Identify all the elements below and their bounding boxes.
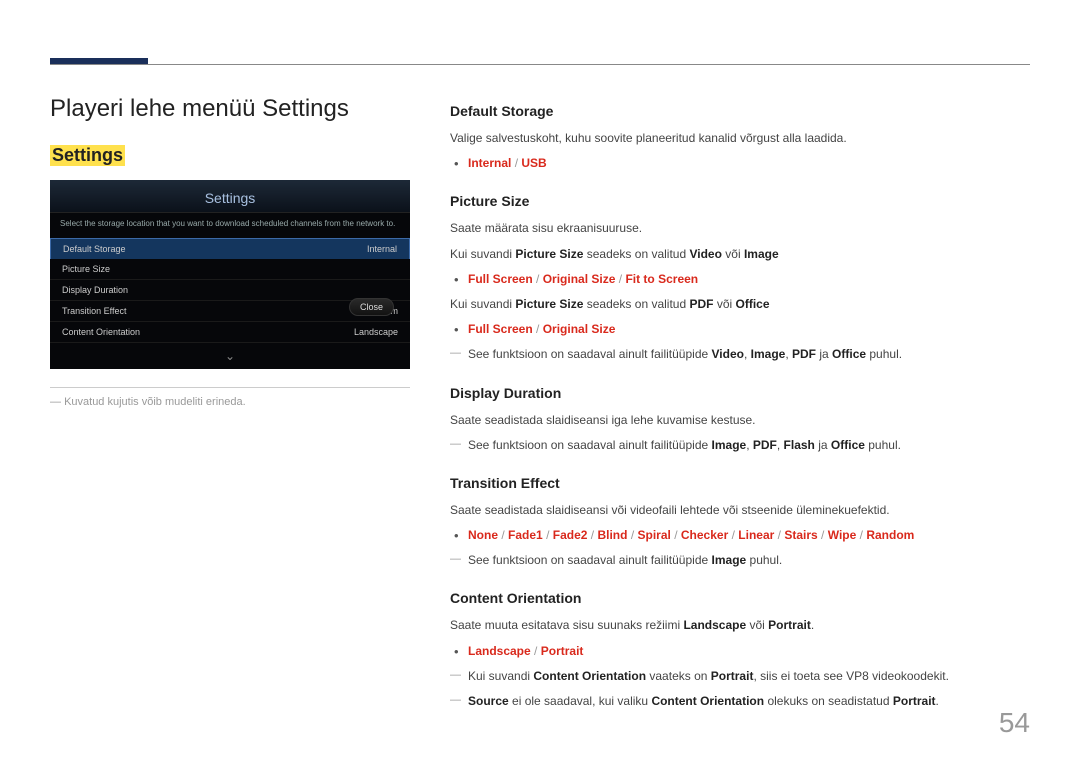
desc-content-orientation: Saate muuta esitatava sisu suunaks režii… (450, 616, 1030, 635)
heading-content-orientation: Content Orientation (450, 590, 1030, 606)
page-number: 54 (999, 707, 1030, 739)
device-row-content-orientation: Content Orientation Landscape (50, 322, 410, 343)
page-content: Playeri lehe menüü Settings Settings Set… (50, 95, 1030, 733)
list-item: Full Screen / Original Size / Fit to Scr… (468, 270, 1030, 289)
list-item: Full Screen / Original Size (468, 320, 1030, 339)
opt-usb: USB (521, 156, 546, 170)
heading-display-duration: Display Duration (450, 385, 1030, 401)
desc-transition-effect: Saate seadistada slaidiseansi või videof… (450, 501, 1030, 520)
device-row-picture-size: Picture Size (50, 259, 410, 280)
device-row-label: Transition Effect (62, 306, 127, 316)
list-item: None / Fade1 / Fade2 / Blind / Spiral / … (468, 526, 1030, 545)
device-row-label: Picture Size (62, 264, 110, 274)
opt-internal: Internal (468, 156, 511, 170)
heading-transition-effect: Transition Effect (450, 475, 1030, 491)
note-content-orientation-2: Source ei ole saadaval, kui valiku Conte… (450, 692, 1030, 711)
desc-default-storage: Valige salvestuskoht, kuhu soovite plane… (450, 129, 1030, 148)
note-content-orientation-1: Kui suvandi Content Orientation vaateks … (450, 667, 1030, 686)
device-row-value: Internal (367, 244, 397, 254)
device-row-default-storage: Default Storage Internal (50, 238, 410, 260)
device-dialog-title: Settings (50, 180, 410, 213)
note-transition-effect: See funktsioon on saadaval ainult failit… (450, 551, 1030, 570)
right-column: Default Storage Valige salvestuskoht, ku… (450, 95, 1030, 733)
header-rule (50, 64, 1030, 65)
device-row-value: Landscape (354, 327, 398, 337)
heading-picture-size: Picture Size (450, 193, 1030, 209)
page-title: Playeri lehe menüü Settings (50, 95, 410, 123)
chevron-down-icon: ⌄ (50, 343, 410, 369)
opts-content-orientation: Landscape / Portrait (450, 642, 1030, 661)
device-row-label: Display Duration (62, 285, 128, 295)
device-dialog-subtitle: Select the storage location that you wan… (50, 213, 410, 239)
heading-default-storage: Default Storage (450, 103, 1030, 119)
footnote: ― Kuvatud kujutis võib mudeliti erineda. (50, 387, 410, 408)
device-row-label: Content Orientation (62, 327, 140, 337)
list-item: Landscape / Portrait (468, 642, 1030, 661)
desc-picture-size-3: Kui suvandi Picture Size seadeks on vali… (450, 295, 1030, 314)
section-highlight: Settings (50, 145, 125, 166)
device-inner: Settings Select the storage location tha… (50, 180, 410, 369)
list-item: Internal / USB (468, 154, 1030, 173)
desc-picture-size-1: Saate määrata sisu ekraanisuuruse. (450, 219, 1030, 238)
opts-picture-size-a: Full Screen / Original Size / Fit to Scr… (450, 270, 1030, 289)
separator: / (515, 156, 518, 170)
opts-transition-effect: None / Fade1 / Fade2 / Blind / Spiral / … (450, 526, 1030, 545)
footnote-text: Kuvatud kujutis võib mudeliti erineda. (64, 396, 246, 408)
close-button: Close (349, 298, 394, 316)
note-display-duration: See funktsioon on saadaval ainult failit… (450, 436, 1030, 455)
desc-picture-size-2: Kui suvandi Picture Size seadeks on vali… (450, 245, 1030, 264)
device-screenshot: Settings Select the storage location tha… (50, 180, 410, 369)
header-accent-bar (50, 58, 148, 64)
desc-display-duration: Saate seadistada slaidiseansi iga lehe k… (450, 411, 1030, 430)
left-column: Playeri lehe menüü Settings Settings Set… (50, 95, 410, 733)
note-picture-size: See funktsioon on saadaval ainult failit… (450, 345, 1030, 364)
device-row-label: Default Storage (63, 244, 126, 254)
opts-picture-size-b: Full Screen / Original Size (450, 320, 1030, 339)
opts-default-storage: Internal / USB (450, 154, 1030, 173)
